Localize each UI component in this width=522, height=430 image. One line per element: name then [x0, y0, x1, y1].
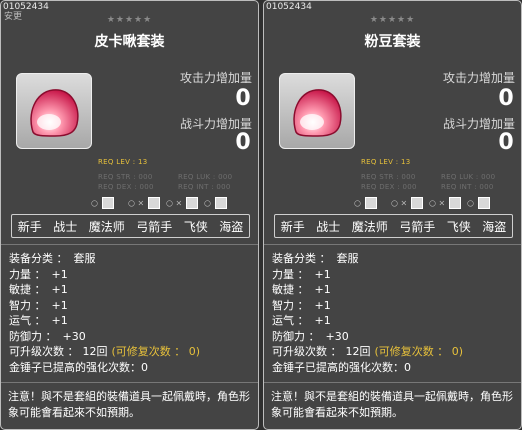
combat-power-value: 0 — [235, 130, 251, 155]
item-title: 皮卡啾套装 — [94, 34, 165, 50]
set-warning-note: 注意！與不是套組的裝備道具一起佩戴時，角色形象可能會看起來不如預期。 — [271, 390, 513, 419]
job-icon-2: ○ × — [128, 197, 161, 211]
beginner-icon — [364, 197, 377, 209]
job-warrior: 战士 — [316, 219, 341, 234]
job-bowman: 弓箭手 — [399, 219, 436, 234]
divider — [264, 244, 521, 245]
bowman-icon — [477, 197, 490, 209]
item-tooltip-left: 01052434 安更 ★★★★★ 皮卡啾套装 攻击力增加量 0 战斗力增加量 … — [0, 0, 259, 430]
job-beginner: 新手 — [17, 219, 42, 234]
job-class-bar: 新手 战士 魔法师 弓箭手 飞侠 海盗 — [274, 214, 513, 238]
tooltip-comparison: 01052434 安更 ★★★★★ 皮卡啾套装 攻击力增加量 0 战斗力增加量 … — [0, 0, 522, 430]
job-magician: 魔法师 — [88, 219, 125, 234]
hammer-upgrades: 金锤子已提高的强化次数：0 — [272, 360, 411, 374]
divider — [1, 382, 258, 383]
job-bowman: 弓箭手 — [136, 219, 173, 234]
item-tooltip-right: 01052434 ★★★★★ 粉豆套装 攻击力增加量 0 战斗力增加量 0 RE… — [263, 0, 522, 430]
magician-icon — [449, 197, 462, 209]
attack-increase-value: 0 — [498, 86, 514, 111]
job-icon-4: ○ — [467, 197, 490, 211]
item-icon-frame — [279, 73, 355, 149]
req-level: REQ LEV : 13 — [361, 158, 411, 166]
req-int: REQ INT : 000 — [441, 183, 494, 191]
job-magician: 魔法师 — [351, 219, 388, 234]
job-icon-row: ○ ○ × ○ × ○ — [1, 197, 258, 211]
req-luk: REQ LUK : 000 — [441, 173, 496, 181]
item-id: 01052434 — [266, 2, 312, 12]
warrior-icon — [148, 197, 161, 209]
hammer-upgrades: 金锤子已提高的强化次数：0 — [9, 360, 148, 374]
job-thief: 飞侠 — [183, 219, 208, 234]
beginner-icon — [101, 197, 114, 209]
magician-icon — [186, 197, 199, 209]
job-icon-4: ○ — [204, 197, 227, 211]
combat-power-value: 0 — [498, 130, 514, 155]
req-dex: REQ DEX : 000 — [361, 183, 417, 191]
req-luk: REQ LUK : 000 — [178, 173, 233, 181]
req-dex: REQ DEX : 000 — [98, 183, 154, 191]
job-icon-row: ○ ○ × ○ × ○ — [264, 197, 521, 211]
bowman-icon — [214, 197, 227, 209]
req-str: REQ STR : 000 — [98, 173, 153, 181]
star-rating: ★★★★★ — [106, 15, 153, 25]
warrior-icon — [411, 197, 424, 209]
job-class-bar: 新手 战士 魔法师 弓箭手 飞侠 海盗 — [11, 214, 250, 238]
job-icon-2: ○ × — [391, 197, 424, 211]
job-thief: 飞侠 — [446, 219, 471, 234]
job-icon-1: ○ — [354, 197, 377, 211]
item-title: 粉豆套装 — [364, 34, 421, 50]
item-properties: 装备分类 ：套服 力量 ： +1 敏捷 ： +1 智力 ： +1 运气 ： +1 防御力… — [272, 252, 464, 374]
job-icon-3: ○ × — [166, 197, 199, 211]
item-id: 01052434 — [3, 2, 49, 12]
set-warning-note: 注意！與不是套組的裝備道具一起佩戴時，角色形象可能會看起來不如預期。 — [8, 390, 250, 419]
item-icon-frame — [16, 73, 92, 149]
item-properties: 装备分类 ：套服 力量 ： +1 敏捷 ： +1 智力 ： +1 运气 ： +1 防御力… — [9, 252, 201, 374]
job-warrior: 战士 — [53, 219, 78, 234]
attack-increase-value: 0 — [235, 86, 251, 111]
req-int: REQ INT : 000 — [178, 183, 231, 191]
divider — [1, 244, 258, 245]
job-icon-3: ○ × — [429, 197, 462, 211]
star-rating: ★★★★★ — [369, 15, 416, 25]
req-str: REQ STR : 000 — [361, 173, 416, 181]
divider — [264, 382, 521, 383]
job-beginner: 新手 — [280, 219, 305, 234]
job-pirate: 海盗 — [219, 219, 244, 234]
pink-bean-icon — [30, 89, 79, 137]
job-pirate: 海盗 — [482, 219, 507, 234]
job-icon-1: ○ — [91, 197, 114, 211]
req-level: REQ LEV : 13 — [98, 158, 148, 166]
attack-increase-label: 攻击力增加量 — [179, 71, 252, 85]
attack-increase-label: 攻击力增加量 — [442, 71, 515, 85]
pink-bean-icon — [293, 89, 342, 137]
